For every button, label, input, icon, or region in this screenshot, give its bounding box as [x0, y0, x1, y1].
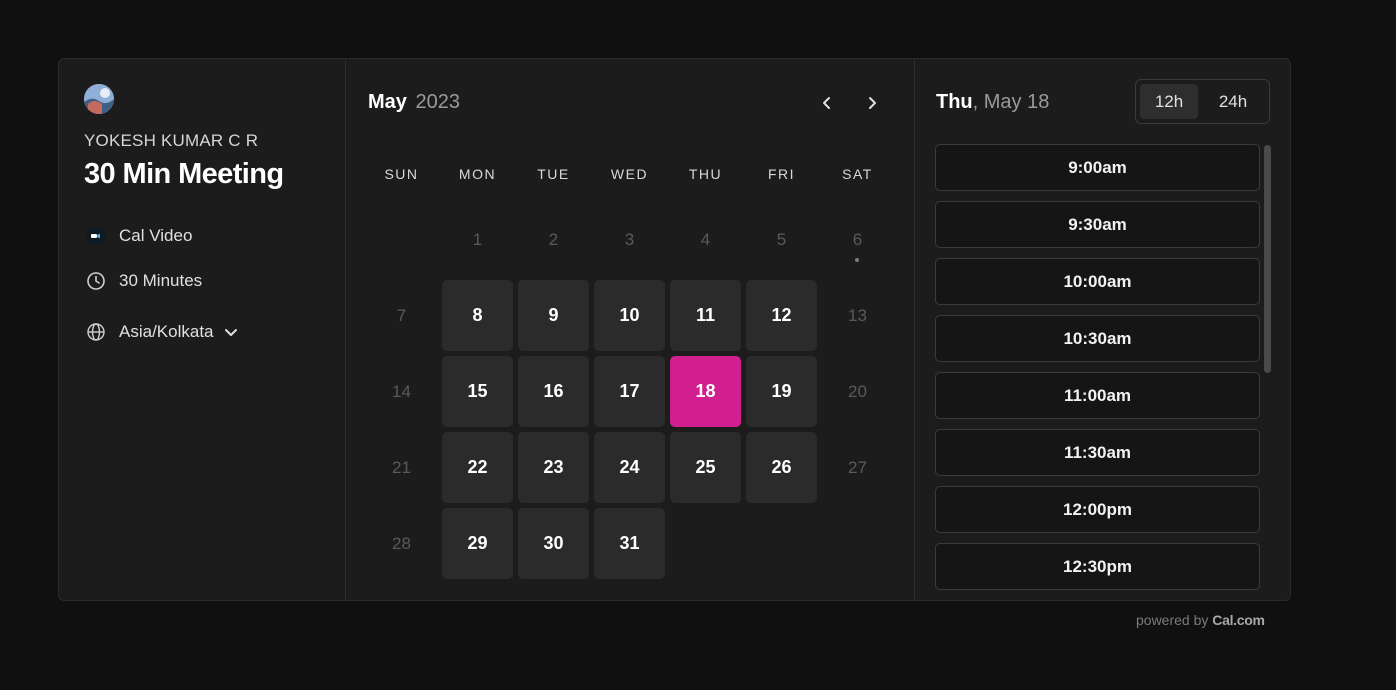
time-slot-button[interactable]: 9:00am — [935, 144, 1260, 191]
month-heading: May 2023 — [368, 91, 460, 114]
day-2: 2 — [548, 229, 559, 249]
chevron-left-icon — [823, 97, 830, 109]
timezone-select[interactable]: Asia/Kolkata — [84, 320, 239, 344]
avatar — [84, 84, 114, 114]
day-30[interactable]: 30 — [518, 508, 589, 579]
time-slot-button[interactable]: 11:30am — [935, 429, 1260, 476]
host-name: YOKESH KUMAR C R — [84, 131, 259, 150]
time-slot-list: 9:00am 9:30am 10:00am 10:30am 11:00am 11:30am… — [935, 144, 1261, 600]
date-picker: May 2023 SUN MON TUE WED THU FRI SAT 123456789… — [346, 59, 915, 600]
day-8[interactable]: 8 — [442, 280, 513, 351]
time-slot-button[interactable]: 10:30am — [935, 315, 1260, 362]
day-15[interactable]: 15 — [442, 356, 513, 427]
day-24[interactable]: 24 — [594, 432, 665, 503]
day-11[interactable]: 11 — [670, 280, 741, 351]
day-18[interactable]: 18 — [670, 356, 741, 427]
duration-label: 30 Minutes — [119, 271, 203, 290]
selected-weekday: Thu — [936, 91, 973, 113]
time-slot-button[interactable]: 12:00pm — [935, 486, 1260, 533]
format-24h-option[interactable]: 24h — [1202, 84, 1264, 119]
weekday-sun: SUN — [384, 166, 419, 182]
selected-date-heading: Thu, May 18 — [936, 91, 1049, 114]
location-label: Cal Video — [119, 226, 193, 245]
powered-by-text: powered by — [1136, 612, 1209, 628]
day-20: 20 — [848, 381, 867, 401]
weekday-tue: TUE — [537, 166, 570, 182]
day-19[interactable]: 19 — [746, 356, 817, 427]
chevron-down-icon — [223, 324, 239, 340]
time-format-toggle: 12h 24h — [1135, 79, 1270, 124]
day-4: 4 — [700, 229, 711, 249]
globe-icon — [84, 320, 108, 344]
location-row: Cal Video — [84, 224, 192, 248]
day-3: 3 — [624, 229, 635, 249]
next-month-button[interactable] — [858, 89, 886, 117]
weekday-wed: WED — [610, 166, 649, 182]
time-slot-button[interactable]: 11:00am — [935, 372, 1260, 419]
weekday-mon: MON — [458, 166, 497, 182]
day-13: 13 — [848, 305, 867, 325]
day-26[interactable]: 26 — [746, 432, 817, 503]
today-indicator — [855, 258, 859, 262]
month-name: May — [368, 91, 407, 113]
clock-icon — [84, 269, 108, 293]
year: 2023 — [415, 91, 460, 113]
day-6: 6 — [852, 229, 863, 249]
day-27: 27 — [848, 457, 867, 477]
day-21: 21 — [392, 457, 411, 477]
timezone-label: Asia/Kolkata — [119, 322, 214, 341]
selected-date: , May 18 — [972, 91, 1050, 113]
day-10[interactable]: 10 — [594, 280, 665, 351]
day-17[interactable]: 17 — [594, 356, 665, 427]
day-25[interactable]: 25 — [670, 432, 741, 503]
previous-month-button[interactable] — [813, 89, 841, 117]
time-slot-button[interactable]: 9:30am — [935, 201, 1260, 248]
format-12h-option[interactable]: 12h — [1140, 84, 1198, 119]
day-5: 5 — [776, 229, 787, 249]
day-16[interactable]: 16 — [518, 356, 589, 427]
day-28: 28 — [392, 533, 411, 553]
time-slot-button[interactable]: 10:00am — [935, 258, 1260, 305]
time-slots-panel: Thu, May 18 12h 24h 9:00am 9:30am 10:00am 1… — [915, 59, 1290, 600]
slot-list-scrollbar[interactable] — [1264, 145, 1271, 373]
powered-by[interactable]: powered by Cal.com — [1136, 612, 1265, 628]
brand-logo: Cal.com — [1212, 612, 1265, 628]
avatar-image — [84, 84, 114, 114]
day-23[interactable]: 23 — [518, 432, 589, 503]
event-meta-panel: YOKESH KUMAR C R 30 Min Meeting Cal Vide… — [59, 59, 346, 600]
day-29[interactable]: 29 — [442, 508, 513, 579]
booker-widget: YOKESH KUMAR C R 30 Min Meeting Cal Vide… — [58, 58, 1291, 601]
day-7: 7 — [396, 305, 407, 325]
chevron-right-icon — [869, 97, 876, 109]
day-12[interactable]: 12 — [746, 280, 817, 351]
day-14: 14 — [392, 381, 411, 401]
day-22[interactable]: 22 — [442, 432, 513, 503]
day-9[interactable]: 9 — [518, 280, 589, 351]
cal-video-icon — [84, 224, 108, 248]
weekday-thu: THU — [688, 166, 723, 182]
day-1: 1 — [472, 229, 483, 249]
weekday-fri: FRI — [767, 166, 796, 182]
weekday-sat: SAT — [842, 166, 873, 182]
time-slot-button[interactable]: 12:30pm — [935, 543, 1260, 590]
day-31[interactable]: 31 — [594, 508, 665, 579]
event-title: 30 Min Meeting — [84, 158, 284, 190]
duration-row: 30 Minutes — [84, 269, 202, 293]
